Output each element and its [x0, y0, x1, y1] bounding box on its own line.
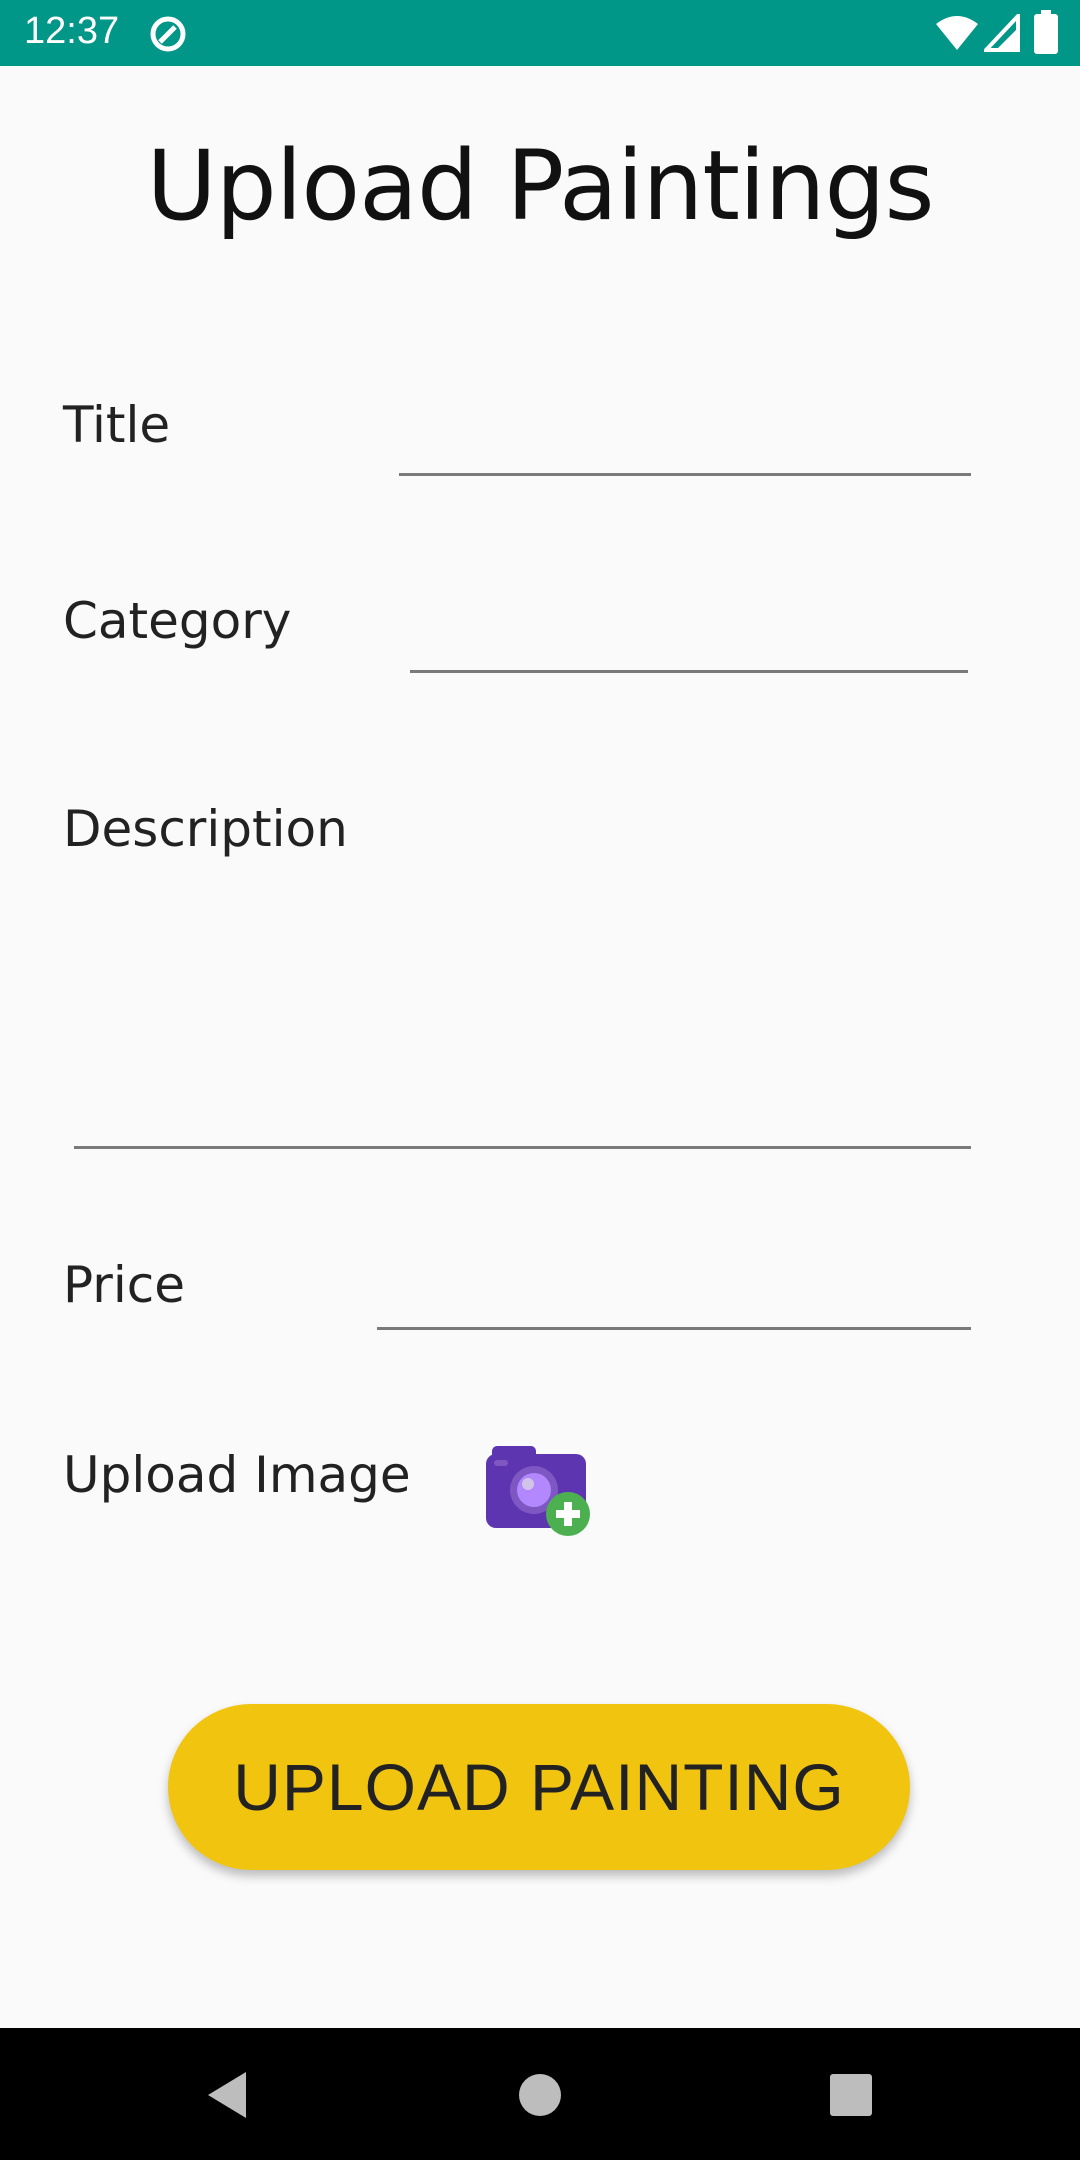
price-label: Price: [63, 1256, 185, 1314]
description-input[interactable]: [74, 890, 971, 1149]
navigation-bar: [0, 2028, 1080, 2160]
category-input[interactable]: [410, 614, 968, 673]
category-label: Category: [63, 592, 292, 650]
page-title: Upload Paintings: [146, 130, 935, 242]
description-label: Description: [63, 800, 348, 858]
home-icon[interactable]: [505, 2060, 575, 2130]
notification-app-icon: [150, 16, 186, 52]
status-time: 12:37: [24, 10, 120, 52]
signal-icon: [984, 14, 1020, 52]
upload-painting-button[interactable]: UPLOAD PAINTING: [168, 1704, 910, 1870]
title-label: Title: [63, 396, 171, 454]
status-bar: 12:37: [0, 0, 1080, 66]
title-input[interactable]: [399, 417, 971, 476]
back-icon[interactable]: [194, 2060, 264, 2130]
battery-icon: [1034, 10, 1058, 54]
price-input[interactable]: [377, 1271, 971, 1330]
upload-image-label: Upload Image: [63, 1446, 411, 1504]
recents-icon[interactable]: [816, 2060, 886, 2130]
add-photo-camera-icon[interactable]: [484, 1444, 596, 1538]
wifi-icon: [936, 16, 978, 50]
